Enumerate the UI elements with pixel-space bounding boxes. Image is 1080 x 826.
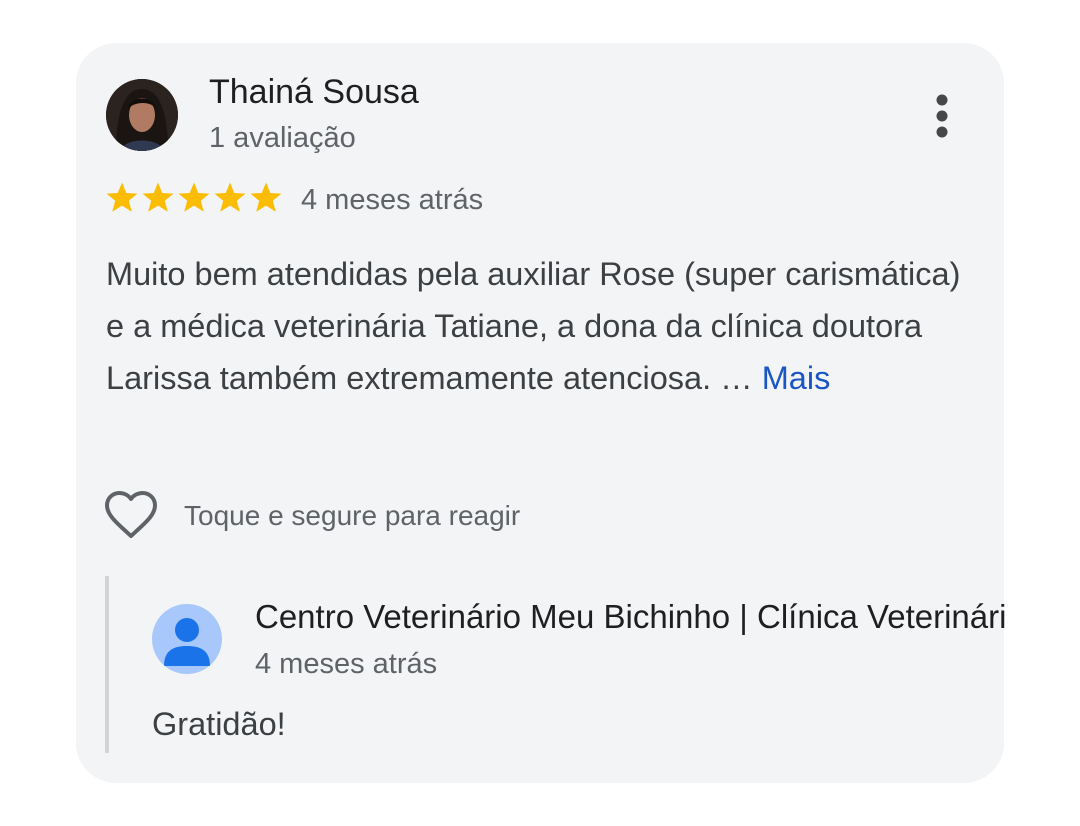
owner-avatar[interactable]	[152, 604, 222, 674]
star-rating	[104, 180, 284, 216]
star-icon	[106, 182, 138, 212]
reviewer-avatar[interactable]	[106, 79, 178, 151]
react-label: Toque e segure para reagir	[184, 500, 521, 531]
owner-reply-time: 4 meses atrás	[255, 648, 438, 680]
reviewer-name[interactable]: Thainá Sousa	[209, 73, 419, 112]
star-icon	[178, 182, 210, 212]
more-vert-icon	[936, 94, 948, 138]
review-time: 4 meses atrás	[301, 184, 484, 216]
more-options-button[interactable]	[918, 88, 966, 144]
owner-reply-text: Gratidão!	[152, 706, 286, 742]
owner-name[interactable]: Centro Veterinário Meu Bichinho | Clínic…	[255, 598, 1008, 636]
review-body: Muito bem atendidas pela auxiliar Rose (…	[106, 256, 961, 396]
star-icon	[250, 182, 282, 212]
star-icon	[214, 182, 246, 212]
star-icon	[142, 182, 174, 212]
heart-outline-icon[interactable]	[104, 491, 158, 541]
react-row[interactable]: Toque e segure para reagir	[104, 491, 520, 541]
reviewer-review-count: 1 avaliação	[209, 122, 356, 154]
review-card: Thainá Sousa 1 avaliação 4 meses atrás M…	[76, 43, 1008, 783]
review-text: Muito bem atendidas pela auxiliar Rose (…	[106, 248, 986, 404]
more-link[interactable]: Mais	[762, 360, 831, 396]
owner-reply: Centro Veterinário Meu Bichinho | Clínic…	[105, 576, 1008, 753]
person-icon	[164, 618, 210, 666]
